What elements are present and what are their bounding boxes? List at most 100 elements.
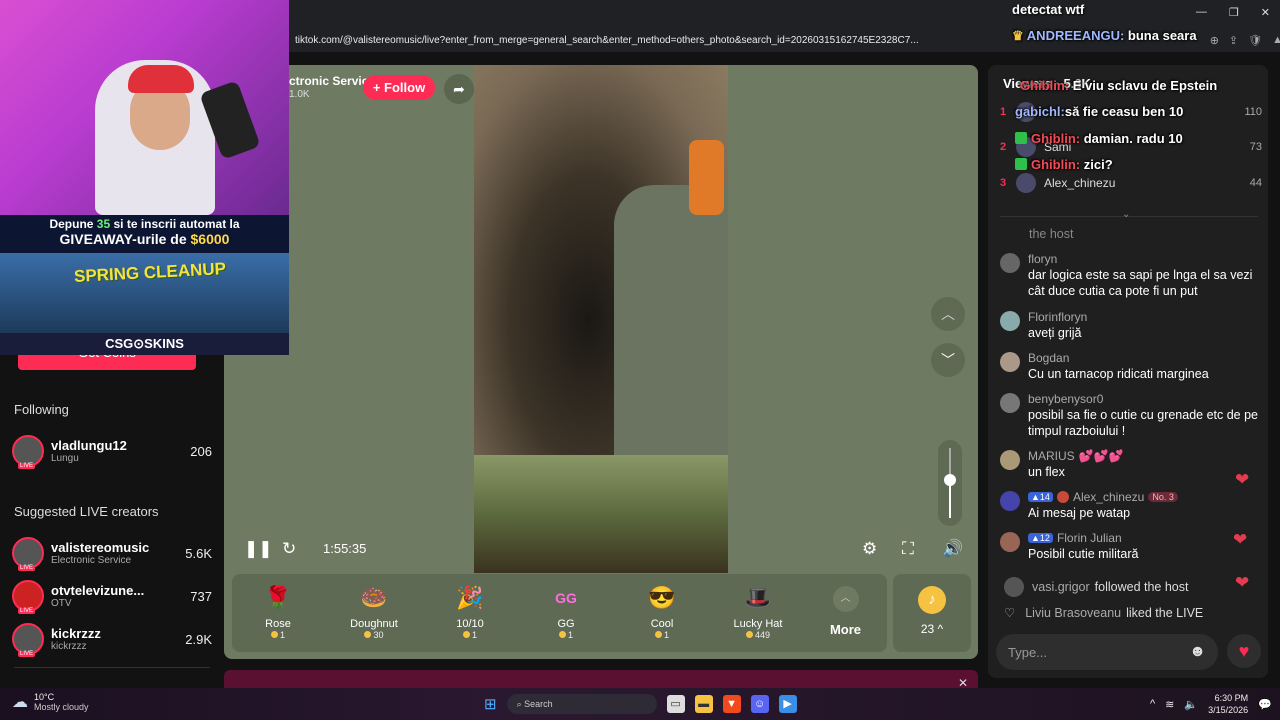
chat-system-like[interactable]: ♡ Liviu Brasoveanu liked the LIVE (1004, 605, 1203, 621)
gift-name: Lucky Hat (733, 618, 783, 630)
volume-knob[interactable] (944, 473, 956, 486)
chat-message[interactable]: floryn dar logica este sa sapi pe lnga el… (1000, 252, 1260, 299)
video-tool-shape (689, 140, 724, 215)
gift-cool[interactable]: 😎 Cool 1 (622, 574, 702, 652)
stream-time: 1:55:35 (323, 541, 367, 556)
brave-icon[interactable]: ▼ (722, 695, 741, 713)
chat-user: Bogdan (1028, 351, 1070, 365)
refresh-icon[interactable]: ↻ (282, 539, 296, 559)
chat-message[interactable]: benybenysor0 posibil sa fie o cutie cu gr… (1000, 392, 1260, 439)
taskbar-apps: ⊞ ⌕ Search ▭ ▬ ▼ ☺ ▶ (484, 694, 797, 714)
volume-icon[interactable]: 🔊 (942, 539, 963, 559)
more-gifts-button[interactable]: ︿ More (818, 574, 873, 652)
chat-input[interactable] (1008, 644, 1178, 660)
minimize-icon[interactable]: — (1196, 6, 1207, 19)
wifi-icon[interactable]: ≋ (1165, 698, 1174, 711)
webcam-feed (0, 0, 289, 215)
tray-chevron-icon[interactable]: ^ (1150, 698, 1155, 710)
obs-chat-line: Ghiblin: damian. radu 10 (1015, 131, 1183, 146)
clock[interactable]: 6:30 PM 3/15/2026 (1208, 692, 1248, 716)
top-viewer-3[interactable]: 3 Alex_chinezu 44 (1000, 171, 1262, 195)
chat-system-follow[interactable]: vasi.grigor followed the host (1004, 577, 1188, 597)
chat-user: floryn (1028, 252, 1058, 266)
gift-lucky-hat[interactable]: 🎩 Lucky Hat 449 (718, 574, 798, 652)
chat-message[interactable]: Bogdan Cu un tarnacop ridicati marginea (1000, 351, 1260, 382)
obs-chat-line: Ghiblin: E viu sclavu de Epstein (1020, 78, 1218, 93)
coins-button[interactable]: ♪ 23 ^ (893, 574, 971, 652)
avatar (1000, 253, 1020, 273)
gift-heart-icon[interactable]: ♥ (1227, 634, 1261, 668)
rank-number: 1 (1000, 106, 1007, 118)
chat-message[interactable]: Florinfloryn aveți grijă (1000, 310, 1260, 341)
avatar (1000, 311, 1020, 331)
suggested-item-otv[interactable]: LIVE otvtelevizune... OTV 737 (12, 578, 212, 614)
notification-icon[interactable]: 💬 (1258, 698, 1272, 711)
expand-chevron-icon[interactable]: ⌄ (1122, 209, 1130, 220)
previous-live-icon[interactable]: ︿ (931, 297, 965, 331)
next-live-icon[interactable]: ﹀ (931, 343, 965, 377)
chat-text: Posibil cutie militară (1028, 547, 1139, 561)
rewards-icon[interactable]: ▲ (1272, 34, 1280, 47)
sidebar-divider (14, 667, 210, 668)
share-page-icon[interactable]: ⇪ (1229, 34, 1238, 47)
app-icon[interactable]: ▶ (778, 695, 797, 713)
suggested-item-kickrzzz[interactable]: LIVE kickrzzz kickrzzz 2.9K (12, 621, 212, 657)
crown-icon: ♛ (1012, 28, 1024, 43)
hearts-icon: 💕💕💕 (1078, 449, 1124, 463)
speaker-icon[interactable]: 🔈 (1184, 698, 1198, 711)
doughnut-icon: 🍩 (360, 585, 388, 610)
streamer-overlay: Depune 35 si te inscrii automat la GIVEA… (0, 0, 289, 355)
share-icon[interactable]: ➦ (444, 74, 474, 104)
fullscreen-icon[interactable]: ⛶ (902, 539, 914, 559)
gift-price: 30 (334, 630, 414, 640)
follow-button[interactable]: + Follow (363, 75, 435, 100)
chat-input-box[interactable]: ☻ (996, 634, 1218, 670)
close-window-icon[interactable]: ✕ (1261, 6, 1270, 19)
creator-name: valistereomusic (51, 540, 150, 555)
chat-fragment: the host (1029, 227, 1074, 241)
creator-name: kickrzzz (51, 626, 101, 641)
taskbar-search[interactable]: ⌕ Search (506, 694, 657, 714)
chat-text: un flex (1028, 465, 1065, 479)
file-explorer-icon[interactable]: ▬ (694, 695, 713, 713)
windows-start-icon[interactable]: ⊞ (484, 695, 497, 713)
gift-doughnut[interactable]: 🍩 Doughnut 30 (334, 574, 414, 652)
suggested-item-valistereomusic[interactable]: LIVE valistereomusic Electronic Service 5… (12, 535, 212, 571)
rose-icon: 🌹 (264, 585, 292, 610)
chat-user: ▲12 Florin Julian (1028, 531, 1260, 545)
chat-message[interactable]: MARIUS 💕💕💕 un flex (1000, 449, 1260, 480)
live-badge: LIVE (18, 651, 36, 657)
heart-outline-icon: ♡ (1004, 606, 1016, 620)
bottom-banner[interactable] (224, 670, 978, 690)
task-view-icon[interactable]: ▭ (666, 695, 685, 713)
weather-text: Mostly cloudy (34, 702, 89, 712)
gift-rose[interactable]: 🌹 Rose 1 (238, 574, 318, 652)
chat-message[interactable]: ▲12 Florin Julian Posibil cutie militară (1000, 531, 1260, 562)
weather-widget[interactable]: ☁ 10°C Mostly cloudy (12, 692, 89, 712)
volume-slider[interactable] (938, 440, 962, 526)
gift-10-10[interactable]: 🎉 10/10 1 (430, 574, 510, 652)
zoom-icon[interactable]: ⊕ (1210, 34, 1219, 47)
rank-count: 73 (1249, 141, 1262, 153)
system-user: vasi.grigor (1032, 580, 1090, 594)
brave-shield-icon[interactable]: 🛡 (1248, 34, 1262, 47)
following-item-vladlungu12[interactable]: LIVE vladlungu12 Lungu 206 (12, 433, 212, 469)
gift-price: 1 (430, 630, 510, 640)
gift-gg[interactable]: GG GG 1 (526, 574, 606, 652)
chat-user: benybenysor0 (1028, 392, 1104, 406)
discord-icon[interactable]: ☺ (750, 695, 769, 713)
windows-taskbar: ☁ 10°C Mostly cloudy ⊞ ⌕ Search ▭ ▬ ▼ ☺ ▶… (0, 688, 1280, 720)
emoji-icon[interactable]: ☻ (1189, 643, 1206, 661)
chat-text: dar logica este sa sapi pe lnga el sa ve… (1028, 268, 1253, 298)
avatar (1004, 577, 1024, 597)
host-followers: 1.0K (289, 89, 310, 100)
rank-number: 2 (1000, 141, 1007, 153)
rank-number: 3 (1000, 177, 1007, 189)
settings-icon[interactable]: ⚙ (862, 539, 877, 559)
gift-name: GG (557, 618, 575, 630)
avatar: LIVE (12, 623, 44, 657)
pause-icon[interactable]: ❚❚ (244, 539, 273, 559)
chat-message[interactable]: ▲14 Alex_chinezu No. 3 Ai mesaj pe watap (1000, 490, 1260, 521)
restore-icon[interactable]: ❐ (1229, 6, 1239, 19)
live-video[interactable] (474, 65, 728, 573)
